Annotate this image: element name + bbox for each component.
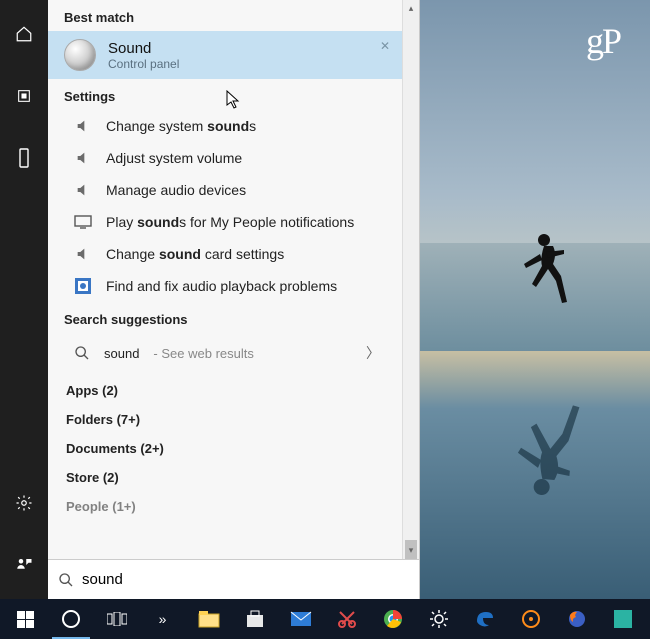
taskbar-file-explorer[interactable] (186, 599, 232, 639)
settings-item-label: Find and fix audio playback problems (106, 278, 337, 294)
scroll-up-icon[interactable]: ▴ (403, 0, 419, 17)
settings-item-label: Play sounds for My People notifications (106, 214, 354, 230)
scroll-down-icon[interactable]: ▾ (403, 542, 419, 559)
settings-item[interactable]: Find and fix audio playback problems (48, 270, 402, 302)
rail-apps-button[interactable] (0, 76, 48, 116)
device-icon (14, 148, 34, 168)
troubleshoot-icon (74, 277, 92, 295)
rail-feedback-button[interactable] (0, 545, 48, 585)
chrome-icon (383, 609, 403, 629)
search-suggestion[interactable]: sound - See web results 〉 (48, 333, 402, 373)
settings-item-label: Adjust system volume (106, 150, 242, 166)
taskbar-mail[interactable] (278, 599, 324, 639)
settings-item-label: Change sound card settings (106, 246, 284, 262)
best-match-subtitle: Control panel (108, 57, 179, 71)
sun-icon (429, 609, 449, 629)
settings-item-label: Manage audio devices (106, 182, 246, 198)
taskbar-snip[interactable] (324, 599, 370, 639)
taskbar-store[interactable] (232, 599, 278, 639)
suggestion-term: sound (104, 346, 139, 361)
speaker-icon (74, 149, 92, 167)
store-icon (245, 609, 265, 629)
heading-best-match: Best match (48, 0, 402, 31)
monitor-icon (74, 213, 92, 231)
wallpaper-reflection (495, 387, 584, 504)
search-icon (74, 345, 90, 361)
result-category[interactable]: Apps (2) (48, 373, 402, 402)
result-category[interactable]: Documents (2+) (48, 431, 402, 460)
speaker-icon (74, 245, 92, 263)
task-view-icon (107, 612, 127, 626)
close-icon[interactable]: ✕ (380, 39, 390, 53)
results-scrollbar[interactable]: ▴ ▾ (402, 0, 419, 559)
suggestion-trail: - See web results (153, 346, 253, 361)
task-view-button[interactable] (94, 599, 140, 639)
heading-search-suggestions: Search suggestions (48, 302, 402, 333)
taskbar-app[interactable] (600, 599, 646, 639)
settings-item[interactable]: Change system sounds (48, 110, 402, 142)
taskbar-edge[interactable] (462, 599, 508, 639)
chevron-right-icon: 〉 (366, 343, 380, 363)
rail-settings-button[interactable] (0, 483, 48, 523)
file-explorer-icon (198, 610, 220, 628)
best-match-title: Sound (108, 40, 179, 57)
wallpaper-runner (510, 230, 570, 320)
rail-home-button[interactable] (0, 14, 48, 54)
taskbar-brightness[interactable] (416, 599, 462, 639)
firefox-icon (567, 609, 587, 629)
settings-item[interactable]: Adjust system volume (48, 142, 402, 174)
scissors-icon (337, 609, 357, 629)
app-icon (614, 610, 632, 628)
taskbar-groove[interactable] (508, 599, 554, 639)
speaker-icon (74, 117, 92, 135)
watermark: gP (586, 20, 620, 62)
start-rail (0, 0, 48, 599)
windows-logo-icon (17, 611, 34, 628)
settings-item[interactable]: Play sounds for My People notifications (48, 206, 402, 238)
result-category[interactable]: Folders (7+) (48, 402, 402, 431)
settings-item[interactable]: Change sound card settings (48, 238, 402, 270)
feedback-icon (14, 555, 34, 575)
search-results: Best match Sound Control panel ✕ Setting… (48, 0, 420, 599)
settings-item[interactable]: Manage audio devices (48, 174, 402, 206)
result-category[interactable]: People (1+) (48, 489, 402, 514)
sound-icon (64, 39, 96, 71)
start-button[interactable] (2, 599, 48, 639)
result-category[interactable]: Store (2) (48, 460, 402, 489)
mail-icon (290, 611, 312, 627)
edge-icon (475, 609, 495, 629)
search-icon (58, 572, 74, 588)
heading-settings: Settings (48, 79, 402, 110)
taskbar-chrome[interactable] (370, 599, 416, 639)
taskbar-firefox[interactable] (554, 599, 600, 639)
groove-icon (521, 609, 541, 629)
taskbar-overflow[interactable]: » (140, 599, 186, 639)
home-icon (14, 24, 34, 44)
gear-icon (14, 493, 34, 513)
search-input[interactable] (82, 571, 409, 588)
cortana-button[interactable] (48, 599, 94, 639)
taskbar: » (0, 599, 650, 639)
apps-icon (14, 86, 34, 106)
search-panel: Best match Sound Control panel ✕ Setting… (0, 0, 420, 599)
speaker-icon (74, 181, 92, 199)
settings-item-label: Change system sounds (106, 118, 256, 134)
best-match-item[interactable]: Sound Control panel ✕ (48, 31, 402, 79)
rail-device-button[interactable] (0, 138, 48, 178)
search-box[interactable] (48, 559, 419, 599)
cortana-icon (62, 610, 80, 628)
